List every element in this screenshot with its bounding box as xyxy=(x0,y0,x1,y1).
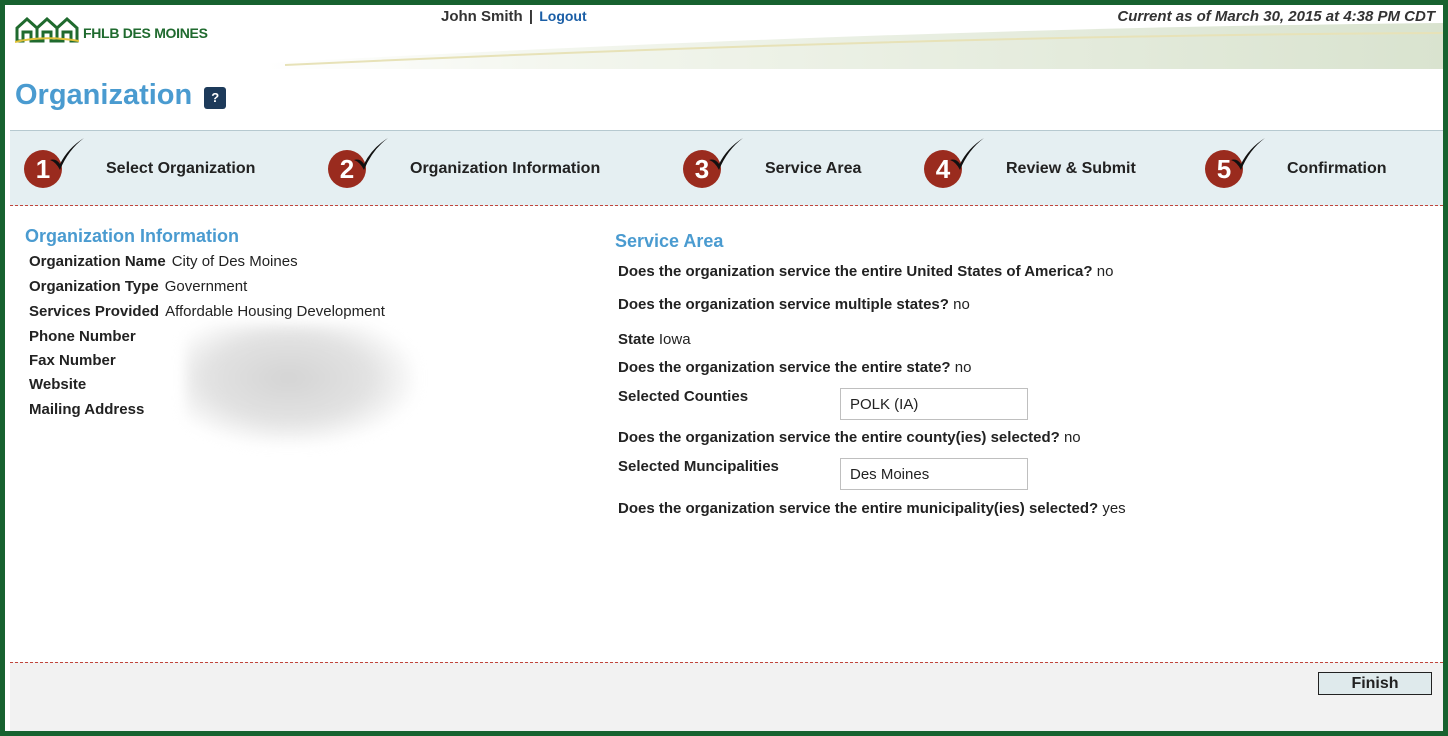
header: FHLB DES MOINES John Smith | Logout Curr… xyxy=(5,5,1443,69)
answer-text: no xyxy=(1063,429,1081,446)
checkmark-icon xyxy=(354,138,388,170)
app-frame: FHLB DES MOINES John Smith | Logout Curr… xyxy=(0,0,1448,736)
field-label: Organization Name xyxy=(29,253,166,270)
field-label: Fax Number xyxy=(29,352,116,369)
progress-steps: 1 Select Organization 2 Organization Inf… xyxy=(10,130,1443,206)
redacted-contact-details xyxy=(185,324,415,444)
question-text: Does the organization service the entire… xyxy=(618,359,951,376)
question-entire-county: Does the organization service the entire… xyxy=(618,429,1081,446)
step-label: Confirmation xyxy=(1287,160,1387,177)
step-label: Review & Submit xyxy=(1006,160,1136,177)
step-number-badge: 4 xyxy=(924,138,984,188)
question-text: Does the organization service the entire… xyxy=(618,263,1093,280)
state-row: State Iowa xyxy=(618,331,691,348)
question-text: Does the organization service multiple s… xyxy=(618,296,949,313)
question-text: Does the organization service the entire… xyxy=(618,429,1060,446)
org-name-row: Organization Name City of Des Moines xyxy=(29,249,385,274)
municipalities-label: Selected Muncipalities xyxy=(618,458,779,475)
page-title-row: Organization ? xyxy=(15,79,227,112)
answer-text: yes xyxy=(1102,500,1126,517)
step-number-badge: 2 xyxy=(328,138,388,188)
question-multiple-states: Does the organization service multiple s… xyxy=(618,296,970,313)
question-entire-usa: Does the organization service the entire… xyxy=(618,263,1113,280)
checkmark-icon xyxy=(709,138,743,170)
step-label: Organization Information xyxy=(410,160,601,177)
org-type-row: Organization Type Government xyxy=(29,274,385,299)
state-value: Iowa xyxy=(658,331,691,348)
current-as-of: Current as of March 30, 2015 at 4:38 PM … xyxy=(1117,8,1435,25)
field-label: Phone Number xyxy=(29,328,136,345)
step-service-area: 3 Service Area xyxy=(683,138,862,191)
step-confirmation: 5 Confirmation xyxy=(1205,138,1387,191)
field-label: Services Provided xyxy=(29,303,160,320)
organization-info-heading: Organization Information xyxy=(25,226,239,246)
user-info: John Smith | Logout xyxy=(441,8,587,25)
answer-text: no xyxy=(1096,263,1114,280)
field-value: City of Des Moines xyxy=(171,253,298,270)
checkmark-icon xyxy=(1231,138,1265,170)
field-value: Affordable Housing Development xyxy=(165,303,385,320)
municipalities-value-box: Des Moines xyxy=(840,458,1028,490)
fhlb-logo[interactable]: FHLB DES MOINES xyxy=(15,15,208,43)
service-area-section: Service Area Does the organization servi… xyxy=(615,231,1415,517)
footer-bar: Finish xyxy=(10,662,1443,731)
page-title: Organization xyxy=(15,79,193,111)
help-button[interactable]: ? xyxy=(204,86,227,109)
field-label: Organization Type xyxy=(29,278,159,295)
logo-text: FHLB DES MOINES xyxy=(83,25,208,41)
checkmark-icon xyxy=(950,138,984,170)
question-entire-state: Does the organization service the entire… xyxy=(618,359,971,376)
finish-button[interactable]: Finish xyxy=(1318,672,1432,695)
question-text: Does the organization service the entire… xyxy=(618,500,1099,517)
field-value: Government xyxy=(164,278,248,295)
answer-text: no xyxy=(953,296,970,313)
main-content: Organization Information Organization Na… xyxy=(10,206,1443,662)
checkmark-icon xyxy=(50,138,84,170)
answer-text: no xyxy=(954,359,972,376)
user-name: John Smith xyxy=(441,8,523,25)
step-review-submit: 4 Review & Submit xyxy=(924,138,1136,191)
selected-municipalities-row: Selected Muncipalities Des Moines xyxy=(618,458,1038,494)
service-area-heading: Service Area xyxy=(615,231,724,251)
counties-value-box: POLK (IA) xyxy=(840,388,1028,420)
step-label: Service Area xyxy=(765,160,862,177)
question-entire-municipality: Does the organization service the entire… xyxy=(618,500,1126,517)
services-provided-row: Services Provided Affordable Housing Dev… xyxy=(29,299,385,324)
step-number-badge: 5 xyxy=(1205,138,1265,188)
houses-logo-icon xyxy=(15,16,79,43)
step-number-badge: 1 xyxy=(24,138,84,188)
step-organization-information: 2 Organization Information xyxy=(328,138,601,191)
step-label: Select Organization xyxy=(106,160,256,177)
step-select-organization: 1 Select Organization xyxy=(24,138,256,191)
counties-label: Selected Counties xyxy=(618,388,749,405)
field-label: Website xyxy=(29,376,87,393)
state-label: State xyxy=(618,331,655,348)
selected-counties-row: Selected Counties POLK (IA) xyxy=(618,388,1038,424)
step-number-badge: 3 xyxy=(683,138,743,188)
user-separator: | xyxy=(528,8,534,25)
logout-link[interactable]: Logout xyxy=(539,8,586,24)
field-label: Mailing Address xyxy=(29,401,145,418)
